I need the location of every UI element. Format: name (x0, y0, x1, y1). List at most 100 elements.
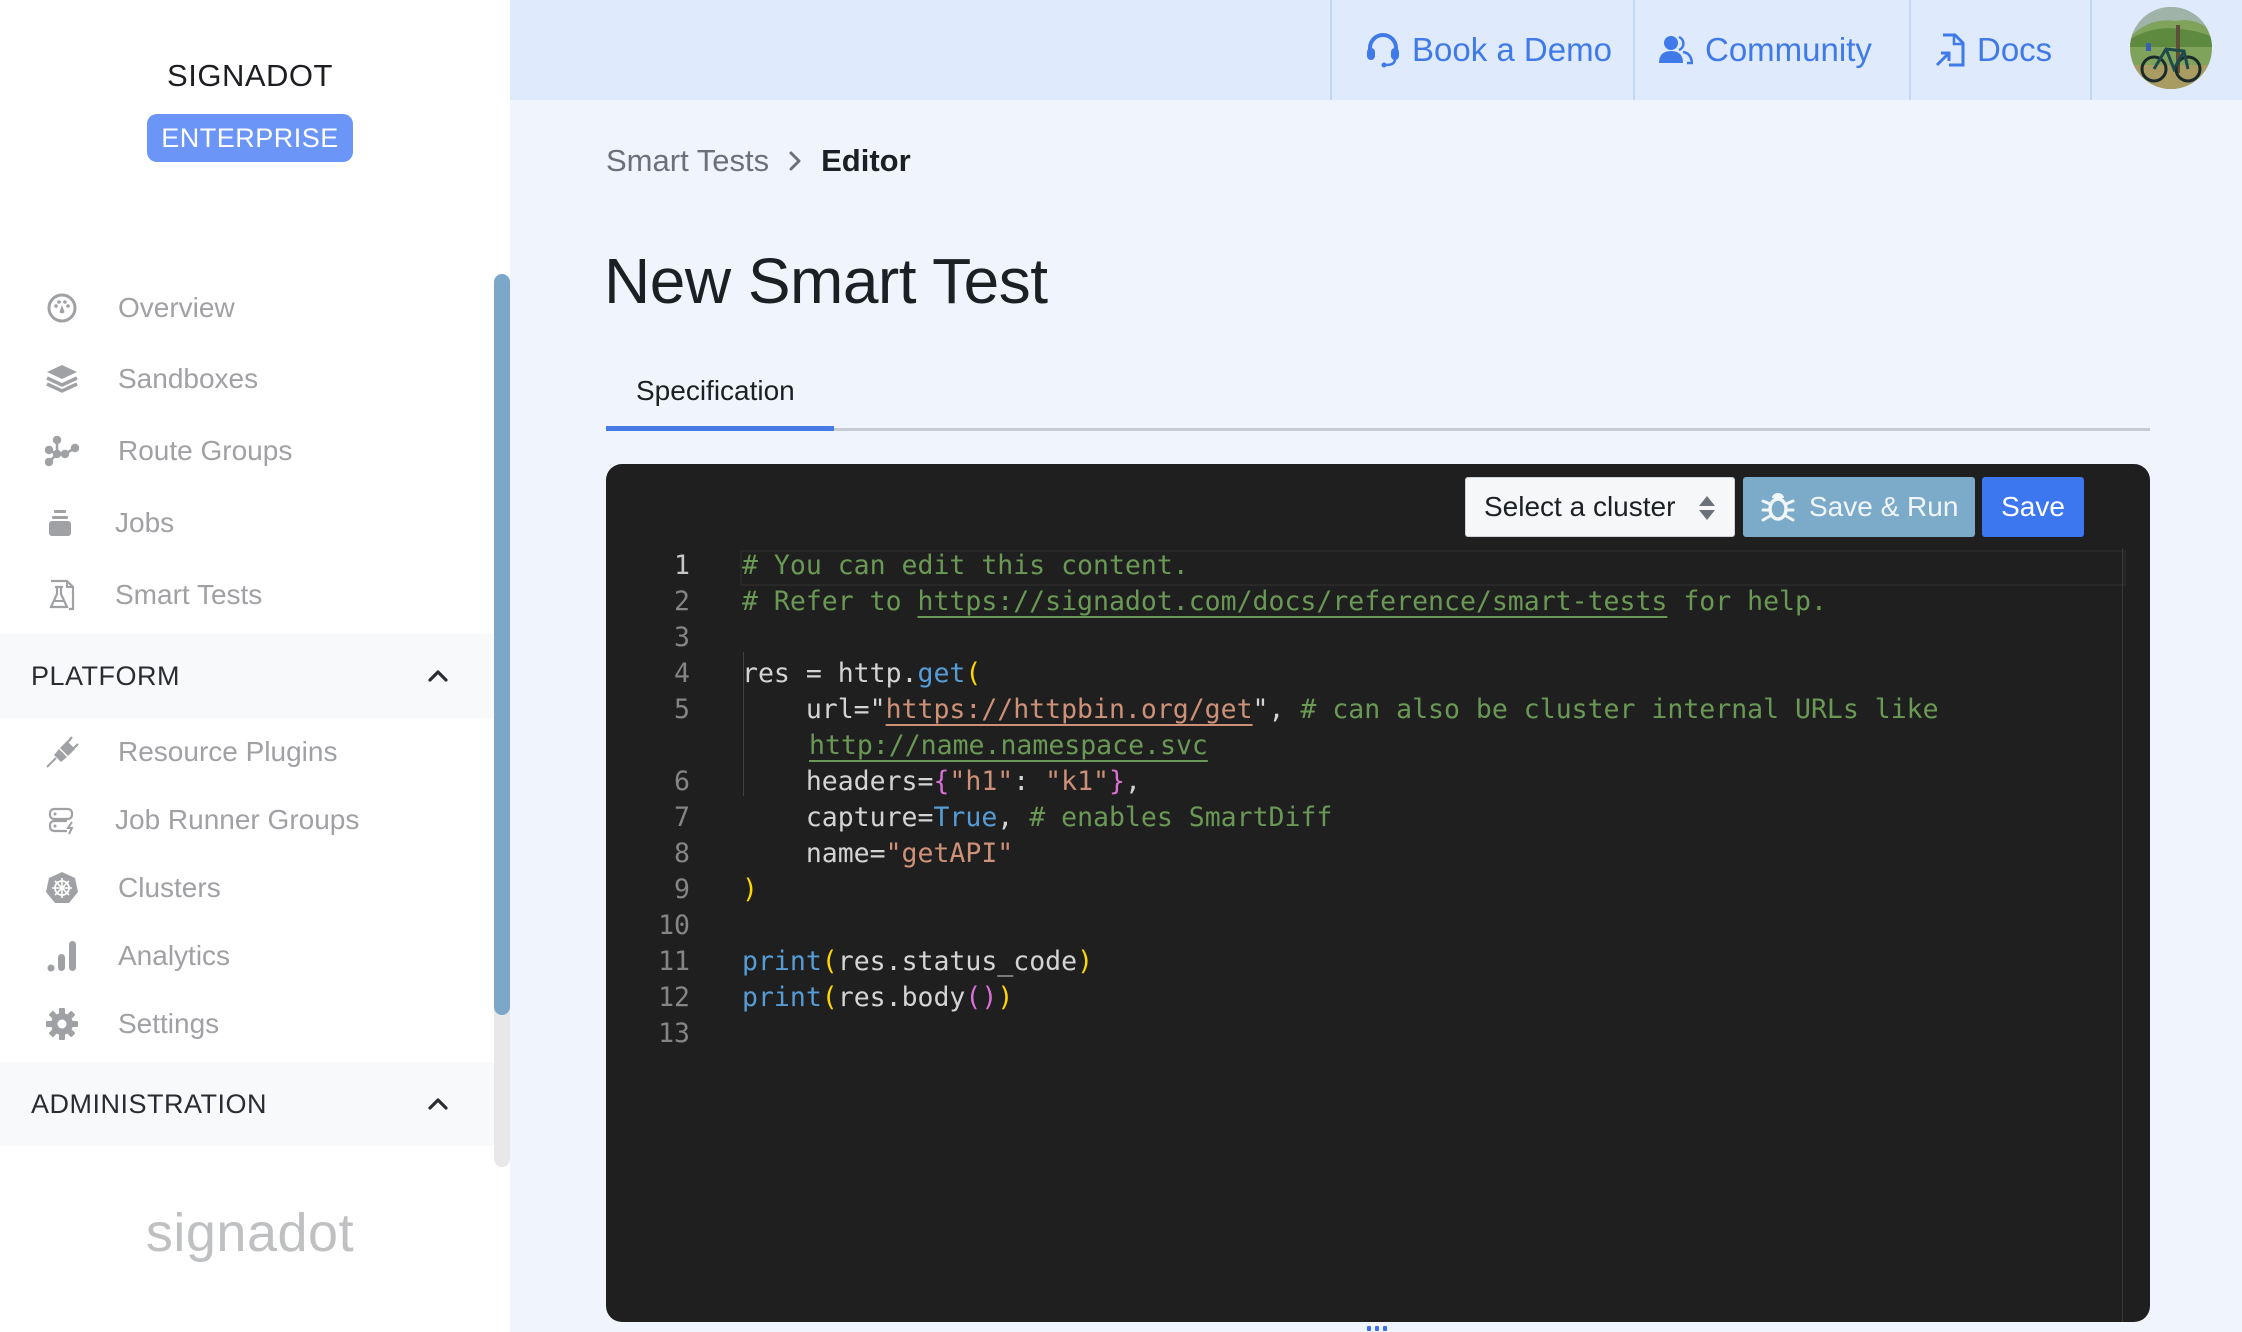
namespace-url-link[interactable]: http://name.namespace.svc (809, 730, 1208, 761)
select-updown-icon (1699, 496, 1715, 520)
sidebar-item-overview[interactable]: Overview (0, 278, 490, 338)
sidebar-item-jobs[interactable]: Jobs (0, 493, 490, 553)
code-line-5-wrapped: http://name.namespace.svc (809, 730, 1208, 761)
community-link[interactable]: Community (1633, 0, 1909, 100)
editor-vertical-scrollbar[interactable] (2122, 548, 2123, 1322)
sidebar-item-label: Analytics (118, 940, 231, 971)
breadcrumb: Smart Tests Editor (606, 143, 911, 179)
plan-badge: ENTERPRISE (147, 114, 353, 162)
avatar-container (2090, 0, 2242, 100)
tabs-divider (606, 428, 2150, 431)
cluster-select-value: Select a cluster (1484, 491, 1676, 522)
editor-resize-handle[interactable] (1367, 1326, 1391, 1332)
kubernetes-helm-icon (44, 870, 80, 906)
section-label: PLATFORM (31, 660, 181, 691)
line-number: 6 (674, 766, 690, 797)
code-editor[interactable]: Select a cluster Save & Run Save 1234567… (606, 464, 2150, 1322)
line-number: 8 (674, 838, 690, 869)
code-line-6: headers={"h1": "k1"}, (742, 766, 1141, 797)
dashboard-gauge-icon (44, 290, 80, 326)
docs-label: Docs (1977, 31, 2053, 68)
sidebar-scrollbar-thumb[interactable] (494, 274, 510, 1015)
code-area[interactable]: 1 2 3 4 5 6 7 8 9 10 11 12 13 # You can edit this co… (606, 548, 2126, 1322)
page-title: New Smart Test (604, 245, 1048, 317)
save-and-run-button[interactable]: Save & Run (1743, 477, 1975, 537)
book-demo-link[interactable]: Book a Demo (1330, 0, 1633, 100)
document-link-icon (1935, 33, 1965, 67)
sidebar-item-label: Sandboxes (118, 363, 259, 394)
httpbin-url-link[interactable]: https://httpbin.org/get (886, 694, 1253, 725)
line-number: 9 (674, 874, 690, 905)
chevron-up-icon (426, 664, 450, 688)
line-number: 4 (674, 658, 690, 689)
chevron-up-icon (426, 1092, 450, 1116)
sidebar-item-resource-plugins[interactable]: Resource Plugins (0, 722, 490, 782)
bar-chart-icon (44, 938, 80, 974)
sidebar-item-label: Settings (118, 1008, 220, 1039)
line-number: 2 (674, 586, 690, 617)
line-number: 12 (658, 982, 690, 1013)
breadcrumb-current: Editor (821, 143, 911, 178)
chevron-right-icon (789, 151, 801, 171)
sidebar-item-clusters[interactable]: Clusters (0, 858, 490, 918)
line-number: 7 (674, 802, 690, 833)
sidebar-item-smart-tests[interactable]: Smart Tests (0, 565, 490, 625)
gear-icon (44, 1006, 80, 1042)
users-icon (1659, 35, 1693, 65)
line-number: 3 (674, 622, 690, 653)
line-number: 11 (658, 946, 690, 977)
sidebar-item-label: Smart Tests (115, 579, 263, 610)
sidebar-item-label: Resource Plugins (118, 736, 338, 767)
code-line-1: # You can edit this content. (742, 550, 1189, 581)
flask-document-icon (44, 577, 80, 613)
sidebar-item-route-groups[interactable]: Route Groups (0, 421, 490, 481)
tab-label: Specification (636, 375, 795, 406)
code-line-8: name="getAPI" (742, 838, 1014, 869)
administration-section-header[interactable]: ADMINISTRATION (0, 1062, 494, 1146)
active-tab-indicator (606, 426, 834, 431)
docs-url-link[interactable]: https://signadot.com/docs/reference/smar… (918, 586, 1668, 617)
code-line-12: print(res.body()) (742, 982, 1014, 1013)
sidebar-item-label: Route Groups (118, 435, 293, 466)
sidebar-item-label: Clusters (118, 872, 221, 903)
code-line-4: res = http.get( (742, 658, 982, 689)
avatar-image (2130, 7, 2212, 89)
sidebar-item-label: Jobs (115, 507, 175, 538)
top-header: Book a Demo Community Docs (510, 0, 2242, 100)
community-label: Community (1705, 31, 1872, 68)
brand-name: SIGNADOT (167, 58, 333, 93)
breadcrumb-parent-link[interactable]: Smart Tests (606, 143, 769, 179)
docs-link[interactable]: Docs (1909, 0, 2090, 100)
code-line-11: print(res.status_code) (742, 946, 1094, 977)
line-number: 1 (674, 550, 690, 581)
code-line-2: # Refer to https://signadot.com/docs/ref… (742, 586, 1827, 617)
headset-icon (1367, 33, 1399, 68)
book-demo-label: Book a Demo (1412, 31, 1612, 68)
graph-nodes-icon (44, 433, 80, 469)
platform-section-header[interactable]: PLATFORM (0, 634, 494, 718)
tab-specification[interactable]: Specification (606, 360, 834, 431)
sidebar-item-job-runner-groups[interactable]: Job Runner Groups (0, 790, 490, 850)
jobs-stack-icon (42, 505, 78, 541)
sidebar-item-label: Job Runner Groups (115, 804, 360, 835)
code-line-5: url="https://httpbin.org/get", # can als… (742, 694, 1939, 725)
cluster-select[interactable]: Select a cluster (1465, 477, 1735, 537)
sidebar-item-analytics[interactable]: Analytics (0, 926, 490, 986)
code-line-9: ) (742, 874, 758, 905)
sidebar-item-settings[interactable]: Settings (0, 994, 490, 1054)
line-number: 5 (674, 694, 690, 725)
bug-icon (1761, 493, 1795, 522)
code-line-7: capture=True, # enables SmartDiff (742, 802, 1333, 833)
sidebar-item-label: Overview (118, 292, 235, 323)
footer-logo: signadot (145, 1203, 355, 1263)
save-and-run-label: Save & Run (1809, 491, 1959, 522)
plug-icon (44, 734, 80, 770)
section-label: ADMINISTRATION (31, 1088, 267, 1119)
layers-icon (44, 361, 80, 397)
line-number: 10 (658, 910, 690, 941)
save-button[interactable]: Save (1982, 477, 2084, 537)
sidebar-item-sandboxes[interactable]: Sandboxes (0, 349, 490, 409)
server-bolt-icon (44, 802, 80, 838)
avatar[interactable] (2130, 7, 2212, 89)
line-number: 13 (658, 1018, 690, 1049)
